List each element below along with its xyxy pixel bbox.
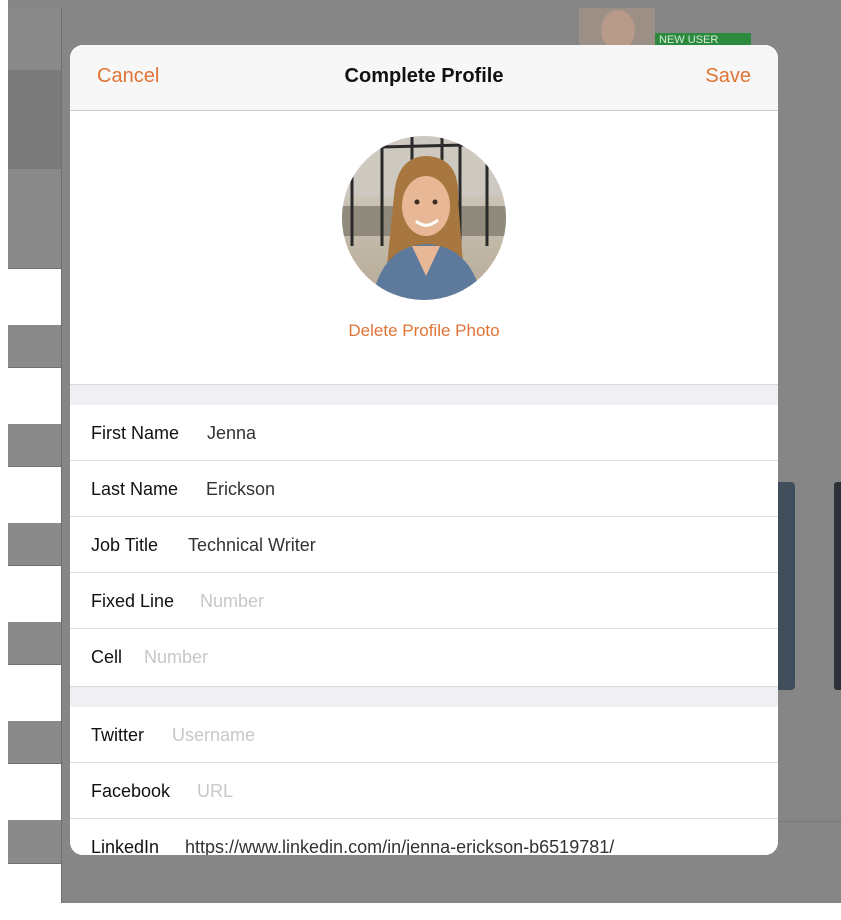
twitter-label: Twitter [91, 725, 145, 745]
background-sidebar-divider [8, 268, 61, 325]
twitter-field[interactable] [172, 725, 692, 746]
background-sidebar-selected-row [8, 70, 61, 169]
fixed-line-field[interactable] [200, 591, 720, 612]
cell-label: Cell [91, 647, 123, 667]
cell-field[interactable] [144, 647, 664, 668]
background-sidebar-divider [8, 763, 61, 820]
facebook-label: Facebook [91, 781, 171, 801]
linkedin-row: LinkedIn [70, 819, 778, 855]
last-name-field[interactable] [206, 479, 726, 500]
fixed-line-label: Fixed Line [91, 591, 175, 611]
job-title-row: Job Title [70, 517, 778, 573]
first-name-label: First Name [91, 423, 180, 443]
background-sidebar-divider [8, 367, 61, 424]
complete-profile-modal: Cancel Complete Profile Save Delete Prof… [70, 45, 778, 855]
profile-photo-section: Delete Profile Photo [70, 111, 778, 384]
cell-row: Cell [70, 629, 778, 685]
section-separator [70, 686, 778, 708]
background-sidebar-divider [8, 863, 61, 920]
facebook-field[interactable] [197, 781, 717, 802]
twitter-row: Twitter [70, 707, 778, 763]
first-name-field[interactable] [207, 423, 727, 444]
last-name-label: Last Name [91, 479, 179, 499]
section-separator [70, 384, 778, 406]
background-card [834, 482, 841, 690]
last-name-row: Last Name [70, 461, 778, 517]
background-sidebar-divider [8, 466, 61, 523]
background-user-avatar [579, 8, 655, 48]
background-divider [778, 821, 841, 822]
background-card [778, 482, 795, 690]
job-title-field[interactable] [188, 535, 708, 556]
delete-profile-photo-link[interactable]: Delete Profile Photo [70, 321, 778, 341]
profile-photo-image [342, 136, 506, 300]
background-sidebar-divider [8, 565, 61, 622]
modal-title: Complete Profile [344, 65, 504, 87]
save-button[interactable]: Save [705, 65, 751, 88]
fixed-line-row: Fixed Line [70, 573, 778, 629]
background-sidebar [8, 8, 62, 920]
background-sidebar-divider [8, 664, 61, 721]
screen-edge [0, 0, 8, 903]
facebook-row: Facebook [70, 763, 778, 819]
profile-photo[interactable] [342, 136, 506, 300]
job-title-label: Job Title [91, 535, 159, 555]
linkedin-label: LinkedIn [91, 837, 160, 855]
modal-navigation-bar: Cancel Complete Profile Save [70, 45, 778, 111]
linkedin-field[interactable] [185, 837, 705, 855]
first-name-row: First Name [70, 405, 778, 461]
